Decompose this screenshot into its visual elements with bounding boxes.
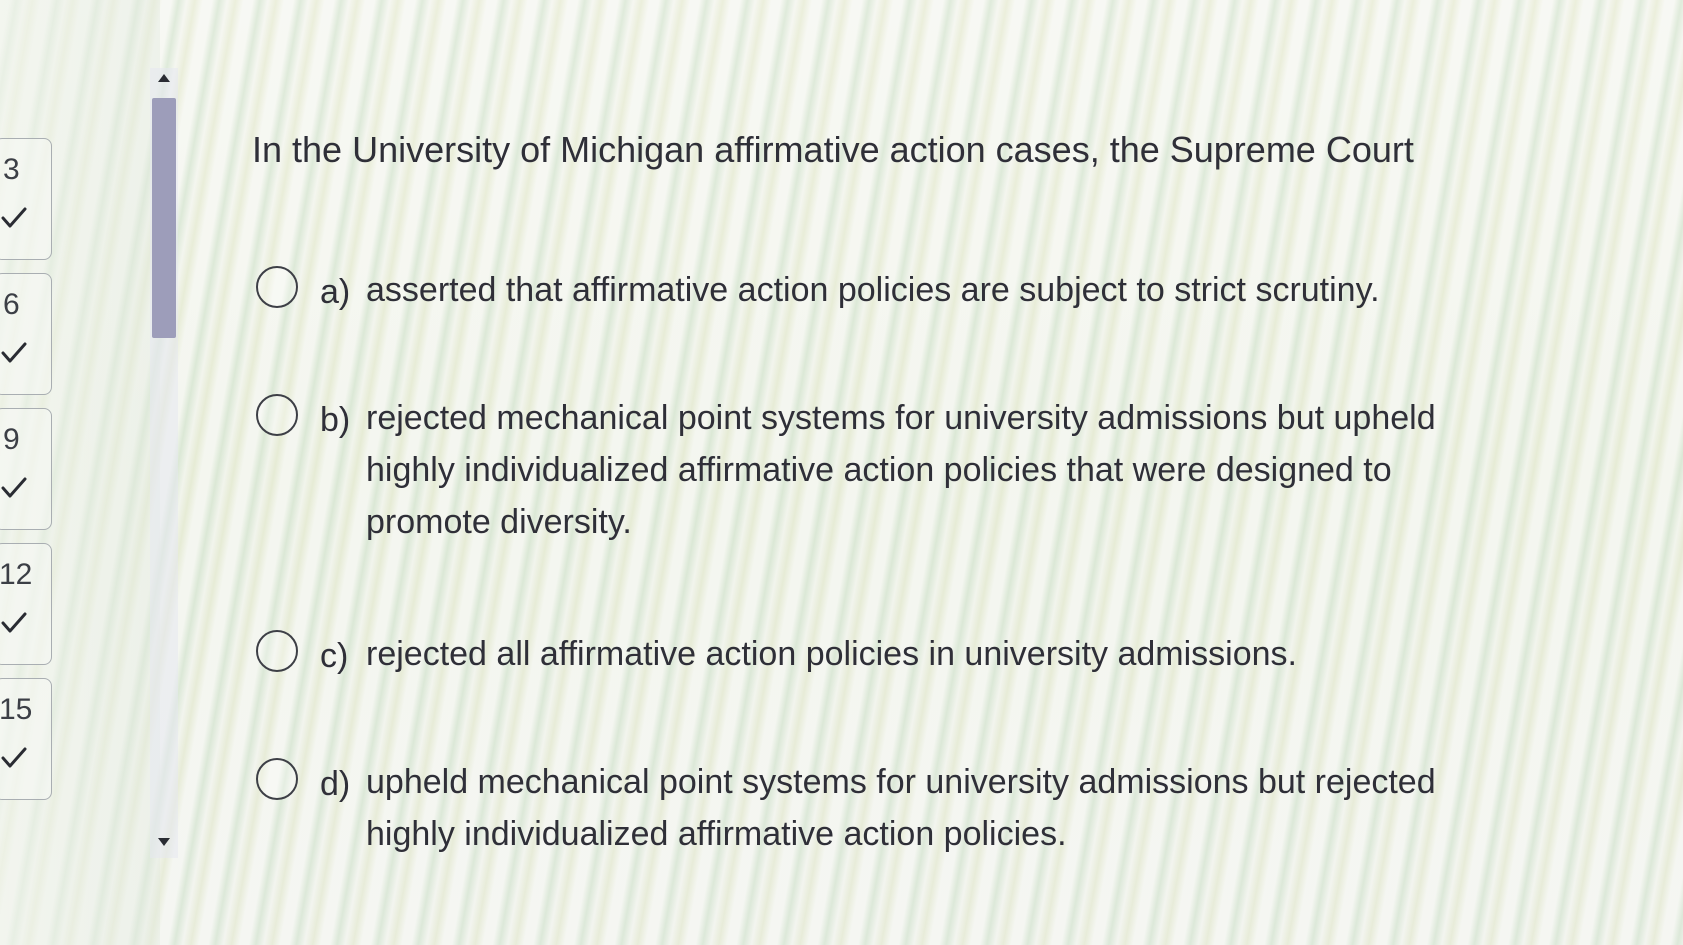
nav-item-number: 9 bbox=[3, 423, 20, 456]
option-text: rejected mechanical point systems for un… bbox=[366, 399, 1436, 541]
nav-item-number: 15 bbox=[0, 693, 33, 726]
option-b[interactable]: b) rejected mechanical point systems for… bbox=[256, 394, 1496, 548]
option-d[interactable]: d) upheld mechanical point systems for u… bbox=[256, 758, 1496, 860]
option-text: asserted that affirmative action policie… bbox=[366, 271, 1380, 309]
nav-item-9[interactable]: 9 bbox=[0, 408, 52, 530]
nav-item-15[interactable]: 15 bbox=[0, 678, 52, 800]
nav-item-number: 3 bbox=[3, 153, 20, 186]
check-icon bbox=[1, 747, 27, 768]
radio-button-d[interactable] bbox=[256, 758, 298, 800]
radio-button-b[interactable] bbox=[256, 394, 298, 436]
check-icon bbox=[1, 342, 27, 363]
radio-button-c[interactable] bbox=[256, 630, 298, 672]
option-letter: c) bbox=[320, 637, 349, 675]
question-text: In the University of Michigan affirmativ… bbox=[252, 129, 1414, 170]
option-letter: a) bbox=[320, 273, 351, 311]
nav-item-12[interactable]: 12 bbox=[0, 543, 52, 665]
check-icon bbox=[1, 612, 27, 633]
nav-item-number: 12 bbox=[0, 558, 33, 591]
scroll-up-arrow-icon[interactable] bbox=[158, 74, 170, 82]
nav-item-6[interactable]: 6 bbox=[0, 273, 52, 395]
option-letter: b) bbox=[320, 401, 351, 439]
scroll-down-arrow-icon[interactable] bbox=[158, 838, 170, 846]
scrollbar-thumb[interactable] bbox=[152, 98, 176, 338]
option-text: upheld mechanical point systems for univ… bbox=[366, 763, 1436, 853]
option-a[interactable]: a) asserted that affirmative action poli… bbox=[256, 266, 1496, 318]
nav-item-3[interactable]: 3 bbox=[0, 138, 52, 260]
nav-item-number: 6 bbox=[3, 288, 20, 321]
option-c[interactable]: c) rejected all affirmative action polic… bbox=[256, 630, 1496, 682]
radio-button-a[interactable] bbox=[256, 266, 298, 308]
option-letter: d) bbox=[320, 765, 351, 803]
check-icon bbox=[1, 207, 27, 228]
option-text: rejected all affirmative action policies… bbox=[366, 635, 1297, 673]
check-icon bbox=[1, 477, 27, 498]
navigator-scrollbar[interactable] bbox=[150, 68, 178, 858]
